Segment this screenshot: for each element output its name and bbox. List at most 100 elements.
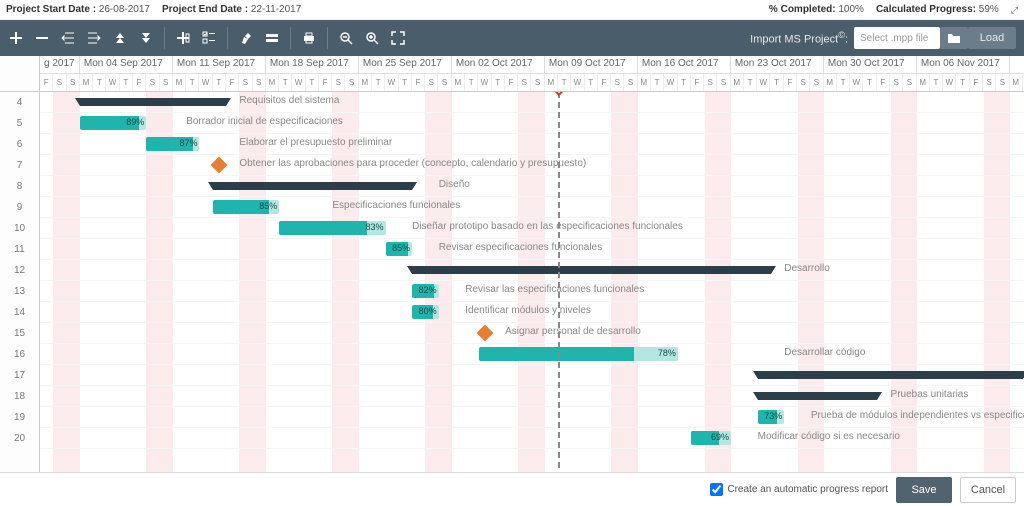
add-icon[interactable] xyxy=(8,30,24,46)
file-input[interactable]: Select .mpp file xyxy=(854,27,940,49)
gantt-row: 85%Revisar especificaciones funcionales xyxy=(40,239,1024,260)
move-up-icon[interactable] xyxy=(112,30,128,46)
gantt-chart[interactable]: 4567891011121314151617181920 Requisitos … xyxy=(0,92,1024,488)
day-header: S xyxy=(531,74,544,91)
zoom-in-icon[interactable] xyxy=(364,30,380,46)
row-number: 19 xyxy=(0,407,39,428)
save-button[interactable]: Save xyxy=(896,477,952,503)
task-pct: 80% xyxy=(419,306,437,316)
task-bar[interactable]: 82% xyxy=(412,284,439,298)
task-pct: 82% xyxy=(419,285,437,295)
print-icon[interactable] xyxy=(301,30,317,46)
toolbar: Import MS Project©: Select .mpp file Loa… xyxy=(0,20,1024,56)
day-header: T xyxy=(558,74,571,91)
week-header: Mon 02 Oct 2017 xyxy=(452,56,545,73)
day-header: S xyxy=(53,74,66,91)
browse-button[interactable] xyxy=(940,27,968,49)
day-header: F xyxy=(319,74,332,91)
summary-bar[interactable] xyxy=(758,392,878,400)
cancel-button[interactable]: Cancel xyxy=(960,477,1016,503)
summary-bar[interactable] xyxy=(80,98,226,106)
task-bar[interactable]: 80% xyxy=(412,305,439,319)
timeline-header: g 2017Mon 04 Sep 2017Mon 11 Sep 2017Mon … xyxy=(0,56,1024,92)
day-header: S xyxy=(810,74,823,91)
task-pct: 87% xyxy=(179,138,197,148)
day-header: T xyxy=(770,74,783,91)
day-header: S xyxy=(332,74,345,91)
day-header: S xyxy=(624,74,637,91)
day-header: F xyxy=(598,74,611,91)
task-bar[interactable]: 85% xyxy=(386,242,413,256)
day-header: S xyxy=(239,74,252,91)
day-header: F xyxy=(226,74,239,91)
indent-icon[interactable] xyxy=(86,30,102,46)
week-header: g 2017 xyxy=(40,56,80,73)
start-date-value: 26-08-2017 xyxy=(99,4,150,15)
calc-progress-label: Calculated Progress: xyxy=(876,4,976,15)
row-number: 17 xyxy=(0,365,39,386)
gantt-row: 73%Prueba de módulos independientes vs e… xyxy=(40,407,1024,428)
day-header: S xyxy=(146,74,159,91)
day-header: S xyxy=(983,74,996,91)
gantt-row: Pruebas unitarias xyxy=(40,386,1024,407)
gantt-row: 78% Desarrollar código xyxy=(40,344,1024,365)
day-header: S xyxy=(438,74,451,91)
day-header: T xyxy=(678,74,691,91)
move-down-icon[interactable] xyxy=(138,30,154,46)
day-header: S xyxy=(797,74,810,91)
checklist-icon[interactable] xyxy=(201,30,217,46)
outdent-icon[interactable] xyxy=(60,30,76,46)
day-header: W xyxy=(664,74,677,91)
day-header: T xyxy=(930,74,943,91)
add-column-icon[interactable] xyxy=(175,30,191,46)
summary-bar[interactable] xyxy=(758,371,1024,379)
day-header: S xyxy=(890,74,903,91)
fullscreen-icon[interactable] xyxy=(390,30,406,46)
auto-report-checkbox[interactable]: Create an automatic progress report xyxy=(710,483,888,496)
gantt-row: 89%Borrador inicial de especificaciones xyxy=(40,113,1024,134)
pct-completed-label: % Completed: xyxy=(769,4,836,15)
day-header: F xyxy=(412,74,425,91)
day-header: F xyxy=(691,74,704,91)
day-header: M xyxy=(917,74,930,91)
day-header: T xyxy=(863,74,876,91)
day-header: S xyxy=(518,74,531,91)
week-header: Mon 18 Sep 2017 xyxy=(266,56,359,73)
row-number: 14 xyxy=(0,302,39,323)
day-header: S xyxy=(704,74,717,91)
day-header: W xyxy=(385,74,398,91)
baseline-icon[interactable] xyxy=(264,30,280,46)
summary-bar[interactable] xyxy=(412,266,771,274)
day-header: F xyxy=(970,74,983,91)
day-header: F xyxy=(877,74,890,91)
load-button[interactable]: Load xyxy=(968,27,1016,49)
task-label: Identificar módulos y niveles xyxy=(465,305,591,316)
task-bar[interactable]: 73% xyxy=(758,410,785,424)
row-number: 4 xyxy=(0,92,39,113)
zoom-out-icon[interactable] xyxy=(338,30,354,46)
task-label: Desarrollar código xyxy=(784,347,865,358)
task-label: Diseñar prototipo basado en las especifi… xyxy=(412,221,683,232)
milestone-marker[interactable] xyxy=(210,157,227,174)
day-header: F xyxy=(784,74,797,91)
task-bar[interactable]: 69% xyxy=(691,431,731,445)
gantt-row: 80% Identificar módulos y niveles xyxy=(40,302,1024,323)
day-header: M xyxy=(545,74,558,91)
task-pct: 73% xyxy=(764,411,782,421)
day-header: M xyxy=(266,74,279,91)
milestone-marker[interactable] xyxy=(476,325,493,342)
task-pct: 89% xyxy=(126,117,144,127)
task-bar[interactable]: 85% xyxy=(213,200,279,214)
highlight-icon[interactable] xyxy=(238,30,254,46)
task-bar[interactable]: 83% xyxy=(279,221,385,235)
remove-icon[interactable] xyxy=(34,30,50,46)
task-bar[interactable]: 78% xyxy=(479,347,678,361)
summary-bar[interactable] xyxy=(213,182,412,190)
task-label: Desarrollo xyxy=(784,263,830,274)
task-bar[interactable]: 87% xyxy=(146,137,199,151)
import-label: Import MS Project xyxy=(750,34,838,46)
week-header: Mon 23 Oct 2017 xyxy=(731,56,824,73)
task-bar[interactable]: 89% xyxy=(80,116,146,130)
week-header: Mon 25 Sep 2017 xyxy=(359,56,452,73)
collapse-icon[interactable]: ⤢ xyxy=(1011,6,1018,14)
